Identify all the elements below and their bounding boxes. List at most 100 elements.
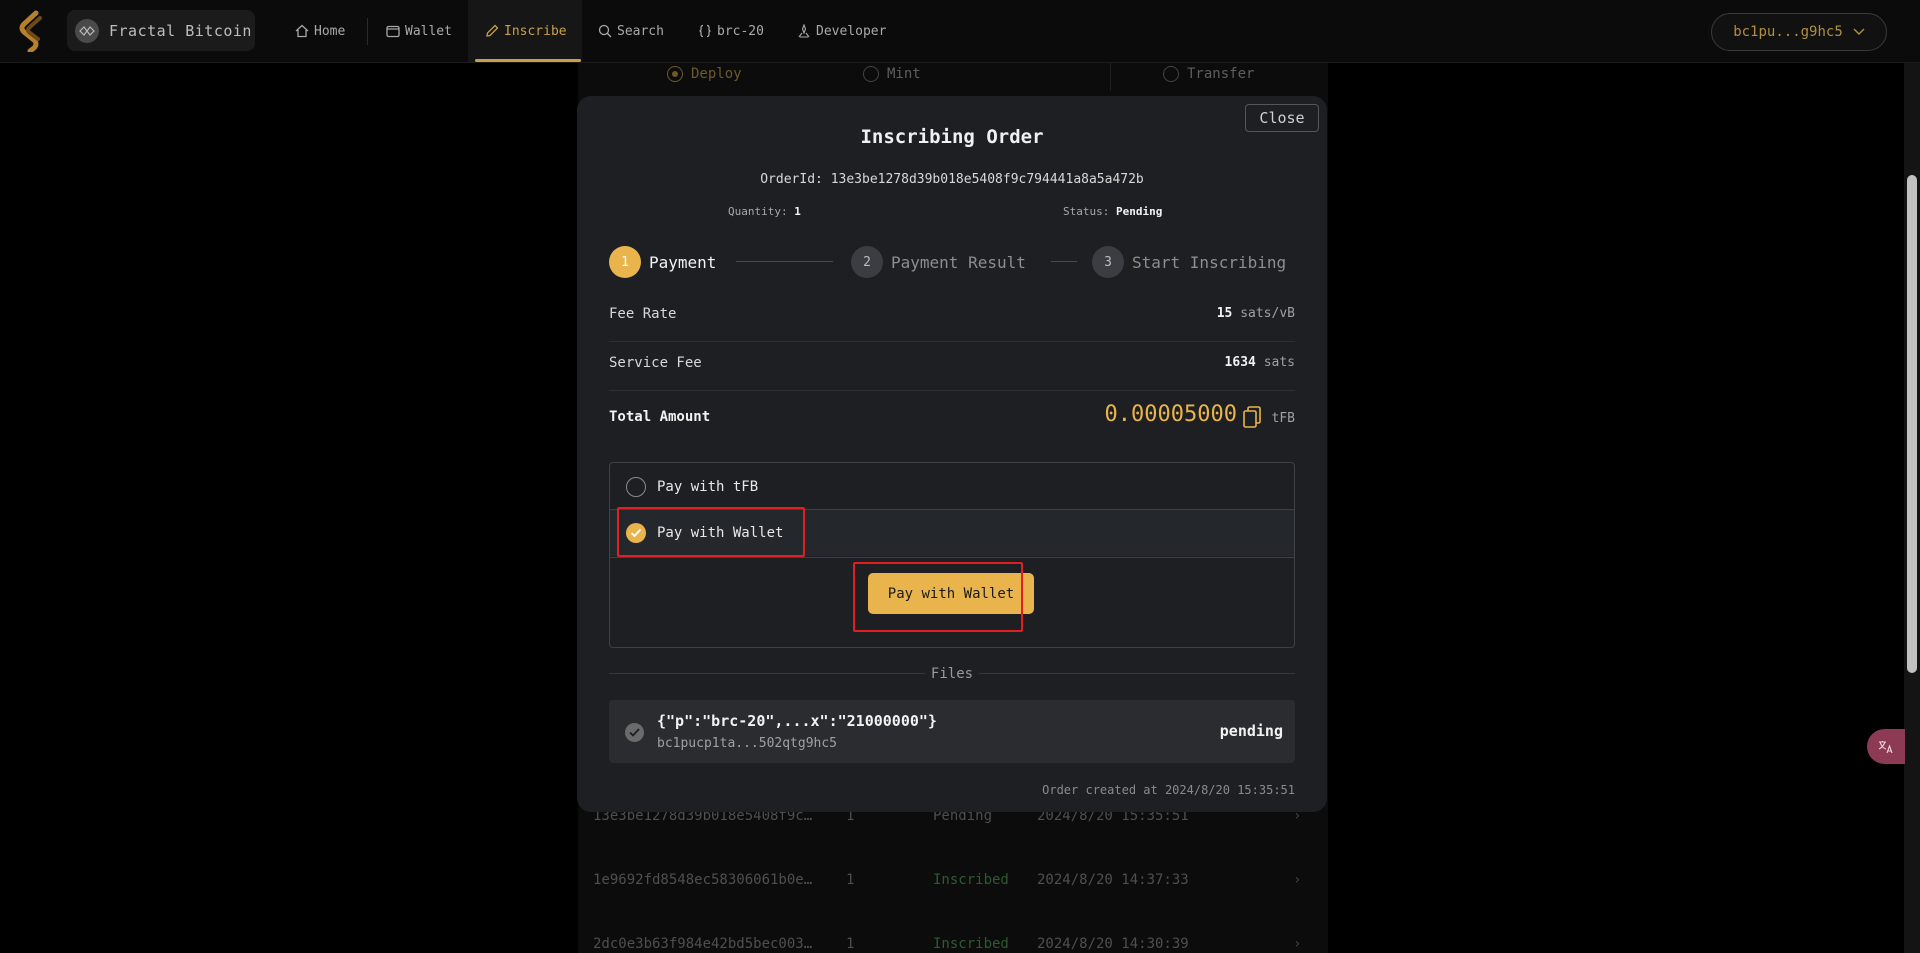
total-amount-label: Total Amount <box>609 409 711 425</box>
braces-icon <box>699 24 711 38</box>
step-payment: 1 Payment <box>609 246 716 278</box>
service-fee-row: Service Fee 1634 sats <box>609 343 1295 391</box>
total-amount-value: 0.00005000 <box>1104 402 1237 427</box>
inscribing-order-modal: Close Inscribing Order OrderId: 13e3be12… <box>577 96 1327 812</box>
status-info: Status: Pending <box>1063 205 1162 218</box>
wallet-address: bc1pu...g9hc5 <box>1733 24 1843 40</box>
mint-radio <box>863 66 879 82</box>
nav-developer[interactable]: Developer <box>797 0 886 62</box>
step-connector <box>1051 261 1077 262</box>
step-payment-result: 2 Payment Result <box>851 246 1026 278</box>
quantity-label: Quantity: <box>728 205 788 218</box>
qty-cell: 1 <box>846 872 855 888</box>
step-connector <box>736 261 833 262</box>
nav-divider <box>367 18 368 45</box>
qty-cell: 1 <box>846 936 855 952</box>
divider-line <box>979 673 1295 674</box>
status-cell: Inscribed <box>933 936 1009 952</box>
service-fee-value: 1634 sats <box>1224 355 1295 370</box>
pay-with-wallet-option[interactable]: Pay with Wallet <box>610 509 1294 556</box>
step-start-inscribing: 3 Start Inscribing <box>1092 246 1286 278</box>
copy-icon[interactable] <box>1243 406 1261 432</box>
tab-mint[interactable]: Mint <box>863 66 921 82</box>
network-label: Fractal Bitcoin <box>109 21 252 40</box>
fee-rate-value: 15 sats/vB <box>1216 306 1295 321</box>
transfer-radio <box>1163 66 1179 82</box>
fee-rate-label: Fee Rate <box>609 306 677 322</box>
step-number: 1 <box>609 246 641 278</box>
nav-brc20[interactable]: brc-20 <box>698 0 764 62</box>
order-created-time: Order created at 2024/8/20 15:35:51 <box>1042 783 1295 797</box>
pay-tfb-radio[interactable] <box>626 476 646 497</box>
top-navbar: Fractal Bitcoin Home Wallet Inscribe Sea… <box>0 0 1920 63</box>
nav-search[interactable]: Search <box>598 0 664 62</box>
nav-home[interactable]: Home <box>295 0 345 62</box>
table-row[interactable]: 1e9692fd8548ec58306061b0e… 1 Inscribed 2… <box>593 872 1313 896</box>
scrollbar-thumb[interactable] <box>1907 175 1917 673</box>
search-icon <box>598 24 612 38</box>
fractal-logo-icon[interactable] <box>14 10 50 52</box>
nav-wallet[interactable]: Wallet <box>386 0 452 62</box>
modal-title: Inscribing Order <box>860 126 1044 148</box>
wallet-address-button[interactable]: bc1pu...g9hc5 <box>1711 13 1887 51</box>
service-fee-label: Service Fee <box>609 355 702 371</box>
check-circle-icon <box>625 723 644 742</box>
tab-transfer[interactable]: Transfer <box>1163 66 1254 82</box>
tab-mint-label: Mint <box>887 66 921 82</box>
nav-wallet-label: Wallet <box>405 23 452 39</box>
pay-wallet-label: Pay with Wallet <box>657 525 784 541</box>
order-id-label: OrderId: <box>760 172 823 187</box>
nav-inscribe[interactable]: Inscribe <box>475 0 581 62</box>
files-divider: Files <box>609 666 1295 682</box>
home-icon <box>295 24 309 38</box>
pay-wallet-radio[interactable] <box>626 523 646 543</box>
chevron-right-icon: › <box>1293 872 1302 888</box>
tab-divider <box>1110 63 1111 91</box>
files-label: Files <box>930 666 974 682</box>
payment-method-box: Pay with tFB Pay with Wallet Pay with Wa… <box>609 462 1295 648</box>
file-address: bc1pucp1ta...502qtg9hc5 <box>657 736 838 751</box>
time-cell: 2024/8/20 14:37:33 <box>1037 872 1189 888</box>
nav-developer-label: Developer <box>816 23 887 39</box>
chevron-down-icon <box>1853 28 1865 35</box>
fee-rate-row: Fee Rate 15 sats/vB <box>609 294 1295 342</box>
status-value: Pending <box>1115 205 1163 218</box>
nav-search-label: Search <box>617 23 664 39</box>
pay-action-area: Pay with Wallet <box>610 557 1294 647</box>
status-label: Status: <box>1063 205 1110 218</box>
wallet-icon <box>386 25 400 38</box>
network-selector[interactable]: Fractal Bitcoin <box>67 10 255 51</box>
step-label: Payment Result <box>891 252 1026 272</box>
tab-deploy-label: Deploy <box>691 66 742 82</box>
order-id-cell: 2dc0e3b63f984e42bd5bec003… <box>593 936 813 952</box>
quantity-value: 1 <box>794 205 801 218</box>
deploy-radio <box>667 66 683 82</box>
tab-deploy[interactable]: Deploy <box>667 66 742 82</box>
nav-brc20-label: brc-20 <box>717 23 764 39</box>
time-cell: 2024/8/20 14:30:39 <box>1037 936 1189 952</box>
translate-icon[interactable] <box>1867 729 1905 764</box>
pay-tfb-label: Pay with tFB <box>657 478 759 495</box>
total-amount-row: Total Amount 0.00005000 tFB <box>609 392 1295 452</box>
tab-transfer-label: Transfer <box>1187 66 1255 82</box>
check-icon <box>630 528 642 538</box>
order-id-cell: 1e9692fd8548ec58306061b0e… <box>593 872 813 888</box>
table-row[interactable]: 2dc0e3b63f984e42bd5bec003… 1 Inscribed 2… <box>593 936 1313 953</box>
nav-home-label: Home <box>314 23 346 39</box>
nav-inscribe-label: Inscribe <box>504 23 567 39</box>
total-amount-unit: tFB <box>1271 411 1295 426</box>
order-id-value: 13e3be1278d39b018e5408f9c794441a8a5a472b <box>830 172 1144 187</box>
step-number: 3 <box>1092 246 1124 278</box>
step-number: 2 <box>851 246 883 278</box>
chevron-right-icon: › <box>1293 936 1302 952</box>
pencil-icon <box>486 24 499 37</box>
status-cell: Inscribed <box>933 872 1009 888</box>
step-label: Payment <box>649 252 717 272</box>
developer-icon <box>798 24 810 38</box>
file-name: {"p":"brc-20",...x":"21000000"} <box>657 712 937 730</box>
pay-with-tfb-option[interactable]: Pay with tFB <box>610 463 1294 510</box>
network-icon <box>75 18 99 43</box>
pay-with-wallet-button[interactable]: Pay with Wallet <box>868 573 1034 614</box>
order-id-line: OrderId: 13e3be1278d39b018e5408f9c794441… <box>577 172 1327 187</box>
file-item: {"p":"brc-20",...x":"21000000"} bc1pucp1… <box>609 700 1295 763</box>
